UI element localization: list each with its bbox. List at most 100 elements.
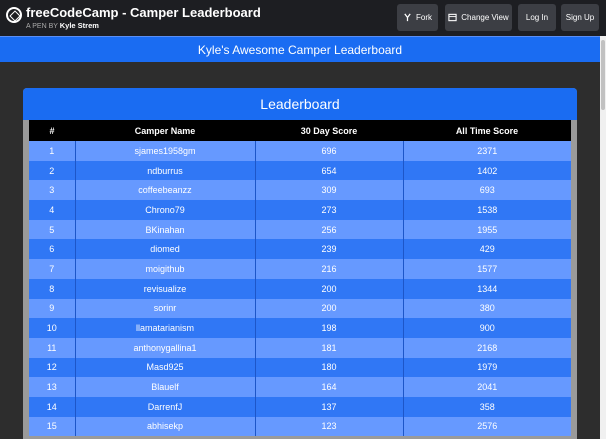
thirty-day-score-cell: 123 [255, 416, 404, 437]
rank-cell: 3 [29, 180, 76, 201]
table-row: 11 anthonygallina1 181 2168 [29, 337, 571, 358]
leaderboard-rows: 1 sjames1958gm 696 2371 2 ndburrus 654 1402 3 cof… [29, 141, 571, 437]
camper-name-cell[interactable]: abhisekp [75, 416, 256, 437]
codepen-header: freeCodeCamp - Camper Leaderboard A PEN … [0, 0, 606, 36]
table-row: 13 Blauelf 164 2041 [29, 377, 571, 397]
column-header-camper-name[interactable]: Camper Name [75, 120, 255, 141]
all-time-score-cell: 1955 [403, 219, 571, 240]
camper-name-cell[interactable]: BKinahan [75, 219, 256, 240]
camper-name-cell[interactable]: sorinr [75, 298, 256, 319]
fork-icon [404, 13, 411, 22]
table-row: 12 Masd925 180 1979 [29, 357, 571, 378]
thirty-day-score-cell: 181 [255, 337, 404, 358]
thirty-day-score-cell: 164 [255, 377, 404, 397]
camper-name-cell[interactable]: llamatarianism [75, 318, 256, 338]
rank-cell: 1 [29, 141, 76, 161]
table-row: 1 sjames1958gm 696 2371 [29, 141, 571, 161]
rank-cell: 15 [29, 416, 76, 437]
thirty-day-score-cell: 654 [255, 160, 404, 181]
all-time-score-cell: 1538 [403, 200, 571, 220]
camper-name-cell[interactable]: Masd925 [75, 357, 256, 378]
rank-cell: 7 [29, 259, 76, 279]
table-row: 5 BKinahan 256 1955 [29, 219, 571, 240]
all-time-score-cell: 1344 [403, 278, 571, 299]
page-banner: Kyle's Awesome Camper Leaderboard [0, 36, 600, 62]
fork-button[interactable]: Fork [397, 4, 438, 31]
codepen-logo-icon[interactable] [6, 7, 22, 23]
camper-name-cell[interactable]: Chrono79 [75, 200, 256, 220]
all-time-score-cell: 900 [403, 318, 571, 338]
all-time-score-cell: 2041 [403, 377, 571, 397]
column-header-all-time-score[interactable]: All Time Score [403, 120, 571, 141]
table-row: 9 sorinr 200 380 [29, 298, 571, 319]
thirty-day-score-cell: 216 [255, 259, 404, 279]
thirty-day-score-cell: 198 [255, 318, 404, 338]
column-header-rank[interactable]: # [29, 120, 75, 141]
all-time-score-cell: 1402 [403, 160, 571, 181]
rank-cell: 13 [29, 377, 76, 397]
all-time-score-cell: 1577 [403, 259, 571, 279]
pen-by-prefix: A PEN BY [26, 23, 58, 30]
rank-cell: 12 [29, 357, 76, 378]
pen-author-line: A PEN BY Kyle Strem [26, 21, 99, 30]
login-button[interactable]: Log In [518, 4, 556, 31]
all-time-score-cell: 429 [403, 239, 571, 260]
pen-author[interactable]: Kyle Strem [60, 21, 99, 30]
camper-name-cell[interactable]: coffeebeanzz [75, 180, 256, 201]
table-row: 2 ndburrus 654 1402 [29, 160, 571, 181]
all-time-score-cell: 380 [403, 298, 571, 319]
thirty-day-score-cell: 256 [255, 219, 404, 240]
fork-label: Fork [416, 13, 432, 22]
all-time-score-cell: 358 [403, 396, 571, 417]
layout-icon [448, 13, 457, 22]
leaderboard-table: # Camper Name 30 Day Score All Time Scor… [29, 120, 571, 437]
scrollbar-thumb[interactable] [601, 40, 605, 110]
camper-name-cell[interactable]: diomed [75, 239, 256, 260]
thirty-day-score-cell: 696 [255, 141, 404, 161]
pen-title[interactable]: freeCodeCamp - Camper Leaderboard [26, 5, 261, 20]
rank-cell: 14 [29, 396, 76, 417]
table-row: 15 abhisekp 123 2576 [29, 416, 571, 437]
column-header-30-day-score[interactable]: 30 Day Score [255, 120, 403, 141]
rank-cell: 4 [29, 200, 76, 220]
table-row: 6 diomed 239 429 [29, 239, 571, 260]
camper-name-cell[interactable]: Blauelf [75, 377, 256, 397]
leaderboard-title: Leaderboard [23, 88, 577, 120]
all-time-score-cell: 693 [403, 180, 571, 201]
thirty-day-score-cell: 180 [255, 357, 404, 378]
login-label: Log In [525, 13, 549, 22]
table-row: 3 coffeebeanzz 309 693 [29, 180, 571, 201]
thirty-day-score-cell: 309 [255, 180, 404, 201]
all-time-score-cell: 2576 [403, 416, 571, 437]
rank-cell: 11 [29, 337, 76, 358]
all-time-score-cell: 1979 [403, 357, 571, 378]
rank-cell: 10 [29, 318, 76, 338]
thirty-day-score-cell: 200 [255, 278, 404, 299]
rank-cell: 5 [29, 219, 76, 240]
change-view-button[interactable]: Change View [445, 4, 512, 31]
thirty-day-score-cell: 239 [255, 239, 404, 260]
rank-cell: 9 [29, 298, 76, 319]
rank-cell: 6 [29, 239, 76, 260]
table-row: 8 revisualize 200 1344 [29, 278, 571, 299]
thirty-day-score-cell: 200 [255, 298, 404, 319]
table-header-row: # Camper Name 30 Day Score All Time Scor… [29, 120, 571, 141]
change-view-label: Change View [461, 13, 509, 22]
table-row: 14 DarrenfJ 137 358 [29, 396, 571, 417]
all-time-score-cell: 2168 [403, 337, 571, 358]
camper-name-cell[interactable]: anthonygallina1 [75, 337, 256, 358]
thirty-day-score-cell: 137 [255, 396, 404, 417]
rank-cell: 8 [29, 278, 76, 299]
camper-name-cell[interactable]: ndburrus [75, 160, 256, 181]
table-row: 7 moigithub 216 1577 [29, 259, 571, 279]
rank-cell: 2 [29, 160, 76, 181]
all-time-score-cell: 2371 [403, 141, 571, 161]
signup-button[interactable]: Sign Up [561, 4, 599, 31]
camper-name-cell[interactable]: moigithub [75, 259, 256, 279]
camper-name-cell[interactable]: DarrenfJ [75, 396, 256, 417]
camper-name-cell[interactable]: sjames1958gm [75, 141, 256, 161]
table-row: 10 llamatarianism 198 900 [29, 318, 571, 338]
signup-label: Sign Up [565, 13, 595, 22]
table-row: 4 Chrono79 273 1538 [29, 200, 571, 220]
camper-name-cell[interactable]: revisualize [75, 278, 256, 299]
